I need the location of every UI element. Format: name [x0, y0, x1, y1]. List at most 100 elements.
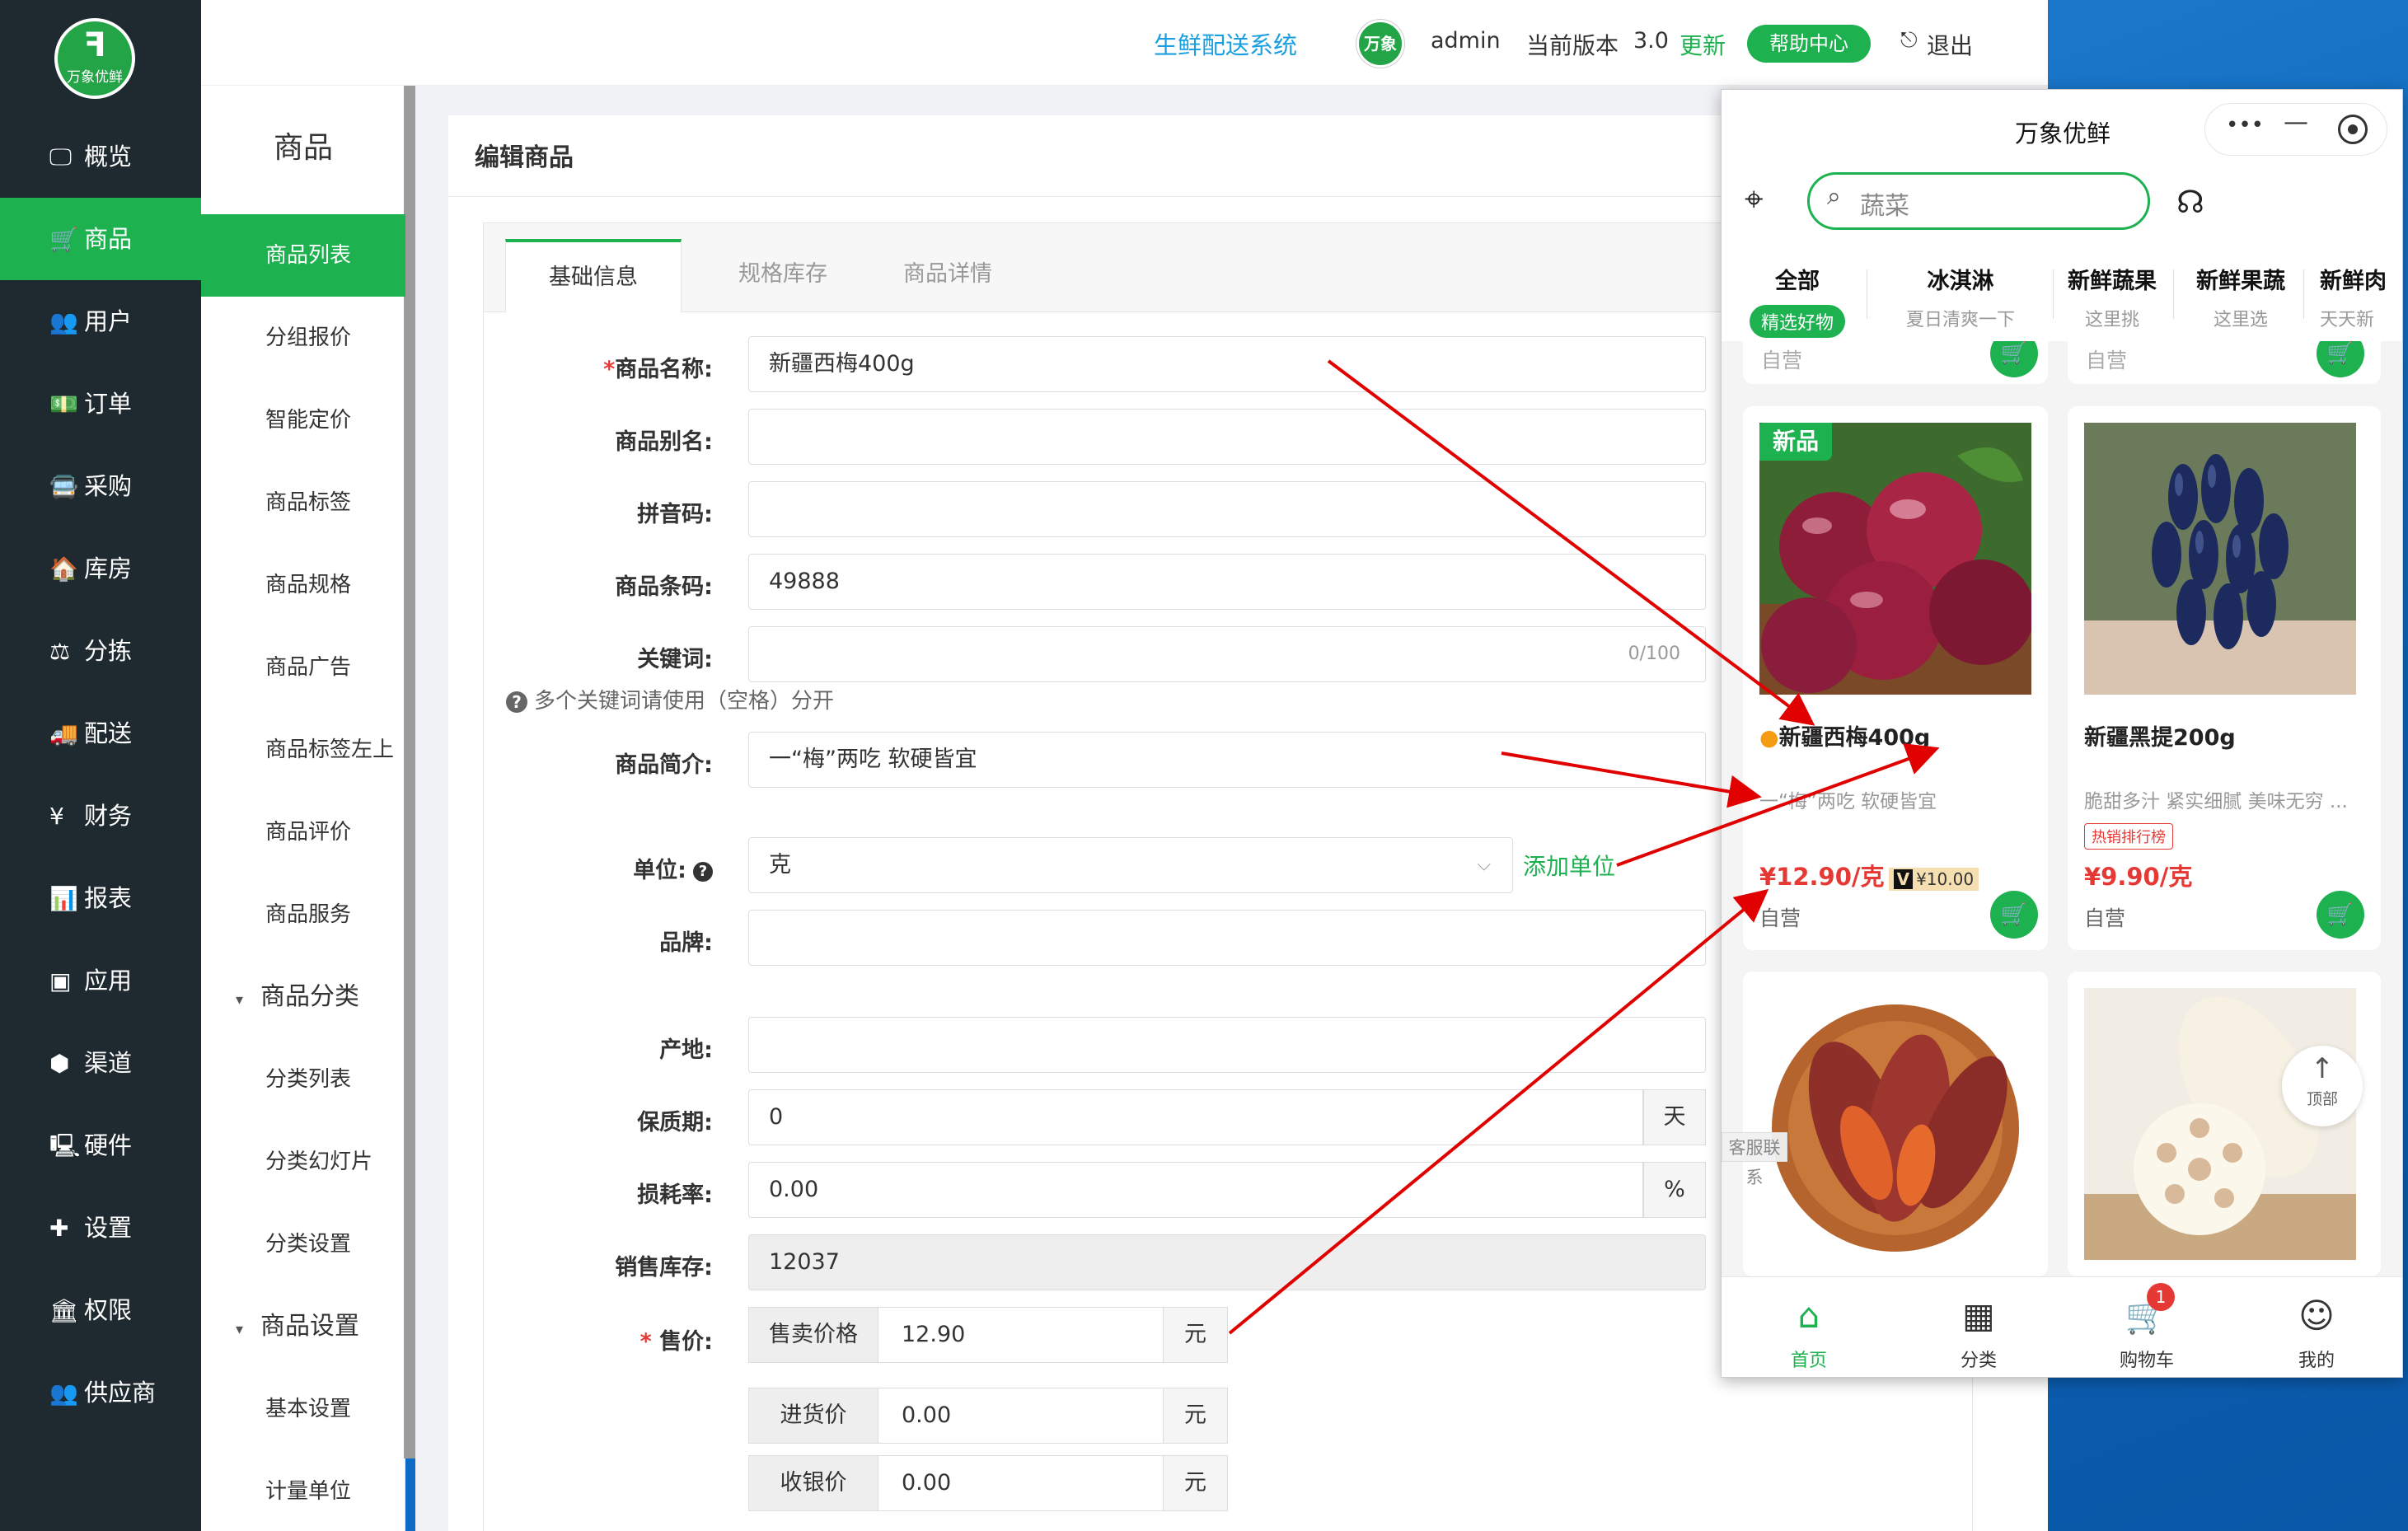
add-to-cart-icon[interactable]: 🛒 [1990, 891, 2038, 939]
update-link[interactable]: 更新 [1680, 28, 1726, 61]
unit-label-text: 单位: [633, 858, 686, 883]
help-center-button[interactable]: 帮助中心 [1747, 25, 1871, 63]
close-icon[interactable] [2338, 115, 2368, 144]
product-name-input[interactable]: 新疆西梅400g [748, 336, 1706, 392]
submenu-item[interactable]: 商品标签左上 [201, 709, 405, 791]
sidebar-item-label: 采购 [84, 472, 133, 500]
category-fresh-veg[interactable]: 新鲜蔬果 这里挑 [2056, 263, 2168, 331]
avatar[interactable]: 万象 [1356, 20, 1404, 68]
category-fresh-meat[interactable]: 新鲜肉 天天新 [2308, 263, 2402, 331]
product-card-partial[interactable]: 自营 🛒 [2068, 341, 2381, 384]
price-label: * 售价: [466, 1323, 713, 1355]
sidebar-item-8[interactable]: ¥ 财务 [0, 775, 201, 857]
unit-label: 单位:? [466, 852, 713, 884]
submenu-item[interactable]: 商品评价 [201, 791, 405, 873]
loss-rate-label: 损耗率: [637, 1182, 713, 1208]
product-card[interactable]: 新疆黑提200g 脆甜多汁 紧实细腻 美味无穷 ... ¥9.90/克 自营 🛒… [2068, 406, 2381, 950]
submenu-item[interactable]: 智能定价 [201, 379, 405, 461]
sidebar-item-3[interactable]: 💵 订单 [0, 363, 201, 445]
logout-icon[interactable]: ⎋ [1900, 28, 1918, 54]
purchase-price-unit: 元 [1164, 1388, 1228, 1444]
location-icon[interactable]: ⌖ [1745, 180, 1778, 222]
tabbar-cart[interactable]: 🛒 购物车 [2097, 1295, 2196, 1372]
minimize-icon[interactable]: — [2284, 108, 2308, 137]
tabbar-home[interactable]: ⌂ 首页 [1759, 1295, 1858, 1372]
sidebar-item-4[interactable]: 🚍 采购 [0, 445, 201, 527]
back-to-top-button[interactable]: ↑ 顶部 [2282, 1046, 2363, 1126]
sidebar-item-7[interactable]: 🚚 配送 [0, 692, 201, 775]
submenu-group-settings[interactable]: ▾ 商品设置 [201, 1285, 405, 1368]
alias-input[interactable] [748, 409, 1706, 465]
tab-spec-stock[interactable]: 规格库存 [695, 239, 871, 313]
add-unit-link[interactable]: 添加单位 [1523, 849, 1615, 882]
sidebar-item-2[interactable]: 👥 用户 [0, 280, 201, 363]
product-card[interactable] [1743, 972, 2048, 1276]
add-to-cart-icon[interactable]: 🛒 [2317, 341, 2364, 377]
loss-rate-input[interactable]: 0.00 [748, 1162, 1643, 1218]
sidebar-item-6[interactable]: ⚖ 分拣 [0, 610, 201, 692]
submenu-item[interactable]: 分类设置 [201, 1203, 405, 1285]
customer-service-button[interactable]: 客服联系 [1722, 1132, 1787, 1187]
intro-input[interactable]: 一“梅”两吃 软硬皆宜 [748, 732, 1706, 788]
category-icecream[interactable]: 冰淇淋 夏日清爽一下 [1876, 263, 2045, 331]
sidebar-item-9[interactable]: 📊 报表 [0, 857, 201, 939]
tabbar-category[interactable]: ▦ 分类 [1929, 1295, 2028, 1372]
search-input[interactable] [1807, 172, 2150, 230]
question-icon[interactable]: ? [693, 861, 713, 882]
shelf-life-input[interactable]: 0 [748, 1089, 1643, 1145]
submenu-scrollbar[interactable] [404, 86, 415, 1458]
sidebar-item-15[interactable]: 👥 供应商 [0, 1351, 201, 1434]
sidebar-item-5[interactable]: 🏠 库房 [0, 527, 201, 610]
add-to-cart-icon[interactable]: 🛒 [1990, 341, 2038, 377]
tab-basic-info[interactable]: 基础信息 [505, 239, 682, 313]
unit-select[interactable]: 克 ⌵ [748, 837, 1513, 893]
add-to-cart-icon[interactable]: 🛒 [2317, 891, 2364, 939]
logout-link[interactable]: 退出 [1927, 28, 1973, 61]
submenu-group-category[interactable]: ▾ 商品分类 [201, 956, 405, 1038]
origin-input[interactable] [748, 1017, 1706, 1073]
more-icon[interactable]: ••• [2226, 113, 2264, 138]
name-label-text: 商品名称: [615, 357, 713, 382]
submenu-item[interactable]: 基本设置 [201, 1368, 405, 1450]
purchase-price-input[interactable]: 0.00 [878, 1388, 1164, 1444]
submenu-item[interactable]: 分组报价 [201, 297, 405, 379]
cashier-price-input[interactable]: 0.00 [878, 1455, 1164, 1511]
keywords-counter: 0/100 [1628, 644, 1680, 664]
submenu-item[interactable]: 分类列表 [201, 1038, 405, 1121]
sidebar-item-11[interactable]: ⬢ 渠道 [0, 1022, 201, 1104]
tabbar-label: 我的 [2298, 1351, 2335, 1371]
help-icon: ? [506, 691, 527, 713]
sidebar-item-12[interactable]: 🖳 硬件 [0, 1104, 201, 1187]
product-name: ●新疆西梅400g [1759, 719, 1930, 751]
system-name-link[interactable]: 生鲜配送系统 [1154, 26, 1297, 61]
tabbar-mine[interactable]: ☺ 我的 [2267, 1295, 2366, 1372]
sidebar-item-14[interactable]: 🏛 权限 [0, 1269, 201, 1351]
keywords-input[interactable]: 0/100 [748, 626, 1706, 682]
product-card-partial[interactable]: 自营 🛒 [1743, 341, 2048, 384]
cashier-price-prefix: 收银价 [748, 1455, 878, 1511]
submenu-item[interactable]: 商品广告 [201, 626, 405, 709]
self-operated-label: 自营 [2086, 349, 2128, 372]
sell-price-input[interactable]: 12.90 [878, 1307, 1164, 1363]
submenu-item[interactable]: 商品服务 [201, 873, 405, 956]
barcode-input[interactable]: 49888 [748, 554, 1706, 610]
pinyin-input[interactable] [748, 481, 1706, 537]
headset-icon[interactable]: ☊ [2176, 184, 2204, 220]
submenu-item[interactable]: 商品规格 [201, 544, 405, 626]
sidebar-item-1[interactable]: 🛒 商品 [0, 198, 201, 280]
brand-input[interactable] [748, 910, 1706, 966]
submenu-item[interactable]: 商品标签 [201, 461, 405, 544]
category-fresh-fruit[interactable]: 新鲜果蔬 这里选 [2183, 263, 2298, 331]
tab-product-detail[interactable]: 商品详情 [860, 239, 1036, 313]
sidebar-item-label: 应用 [84, 967, 133, 995]
username[interactable]: admin [1431, 28, 1501, 54]
sidebar-item-10[interactable]: ▣ 应用 [0, 939, 201, 1022]
submenu-item[interactable]: 计量单位 [201, 1450, 405, 1531]
category-divider [2173, 269, 2174, 319]
sidebar-item-0[interactable]: 🖵 概览 [0, 115, 201, 198]
sidebar-item-13[interactable]: ✚ 设置 [0, 1187, 201, 1269]
category-all[interactable]: 全部 精选好物 [1740, 263, 1855, 338]
product-card[interactable]: 新品 ●新疆西梅400g 一“梅”两吃 软硬皆宜 ¥12.90/克 V ¥10.0… [1743, 406, 2048, 950]
submenu-item[interactable]: 商品列表 [201, 214, 405, 297]
submenu-item[interactable]: 分类幻灯片 [201, 1121, 405, 1203]
